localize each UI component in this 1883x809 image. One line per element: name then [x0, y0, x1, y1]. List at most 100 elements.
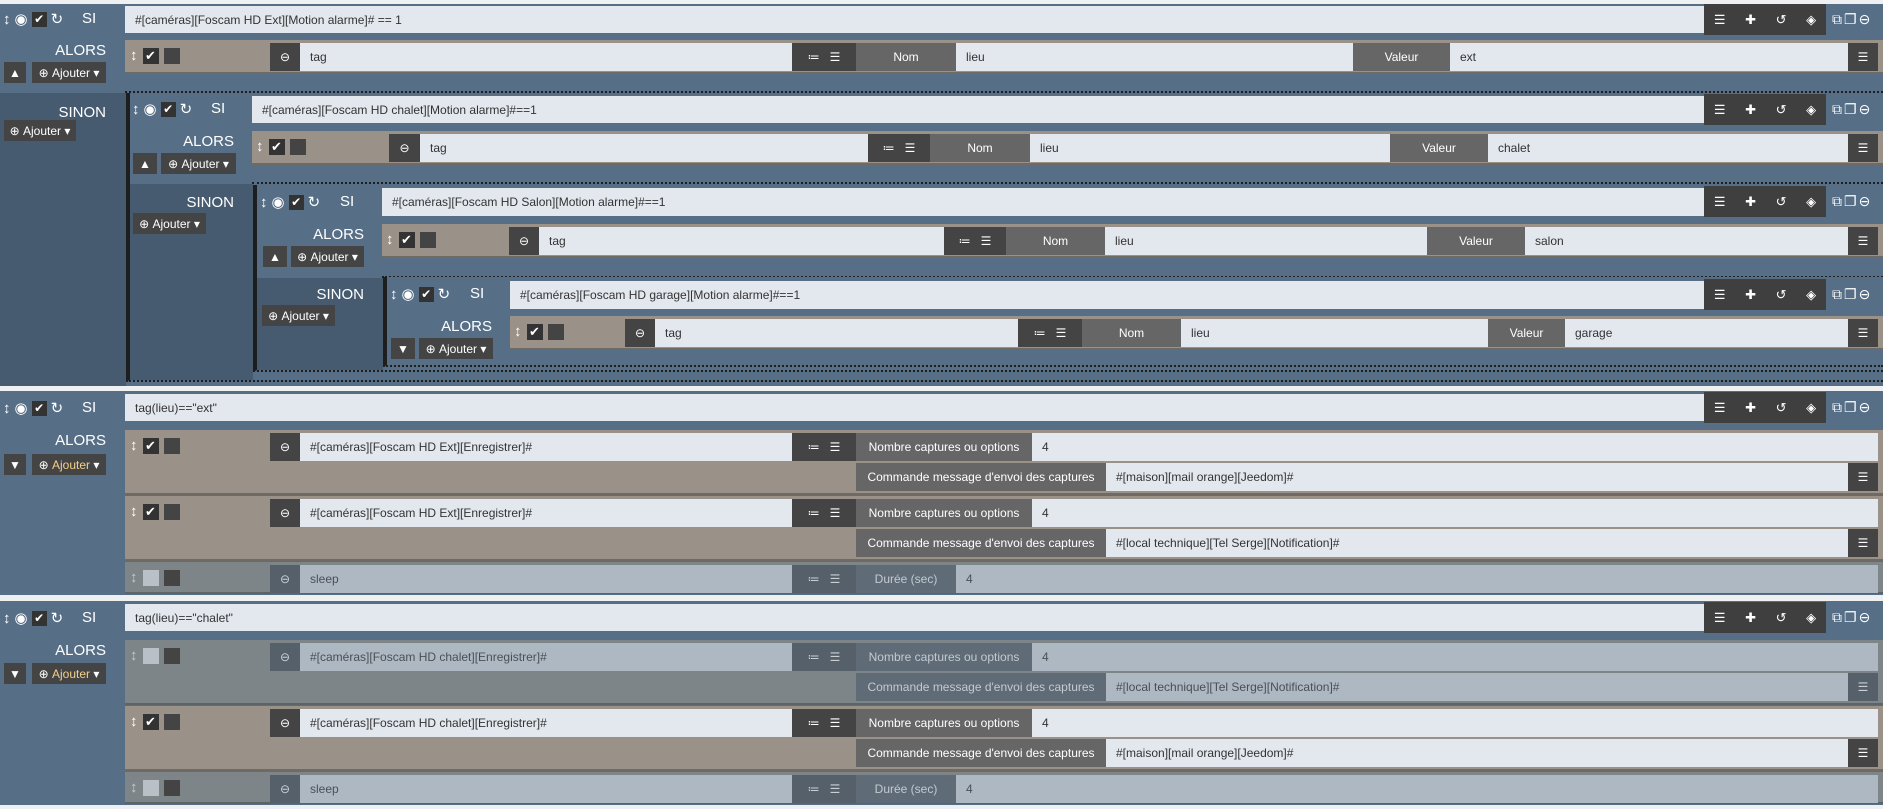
message-command-textarea[interactable]: #[local technique][Tel Serge][Notificati…: [1106, 673, 1848, 701]
nb-captures-input[interactable]: 4: [1032, 433, 1878, 461]
nom-input[interactable]: lieu: [956, 43, 1353, 71]
copy-icon[interactable]: ⧉: [1832, 101, 1842, 118]
list-button[interactable]: ☰: [1848, 319, 1878, 347]
parallel-checkbox[interactable]: [163, 713, 180, 730]
condition-input[interactable]: #[caméras][Foscam HD garage][Motion alar…: [510, 281, 1704, 309]
message-command-textarea[interactable]: #[local technique][Tel Serge][Notificati…: [1106, 529, 1848, 557]
refresh-icon[interactable]: ↻: [180, 100, 193, 118]
list-button[interactable]: ☰: [1848, 673, 1878, 701]
action-select-buttons[interactable]: ≔ ☰: [792, 499, 856, 527]
parallel-checkbox[interactable]: [163, 47, 180, 64]
remove-action-button[interactable]: ⊖: [270, 43, 300, 71]
history-icon[interactable]: ↺: [1776, 400, 1787, 416]
action-select-buttons[interactable]: ≔ ☰: [792, 433, 856, 461]
action-command-input[interactable]: #[caméras][Foscam HD Ext][Enregistrer]#: [300, 499, 792, 527]
expand-button[interactable]: ▼: [391, 338, 415, 359]
drag-icon[interactable]: ↕: [3, 11, 11, 28]
puzzle-icon[interactable]: ✚: [1745, 400, 1756, 416]
valeur-input[interactable]: salon: [1525, 227, 1848, 255]
drag-icon[interactable]: ↕: [3, 400, 11, 417]
paste-icon[interactable]: ❐: [1844, 11, 1857, 28]
enable-checkbox[interactable]: ✔: [142, 47, 159, 64]
cube-icon[interactable]: ◈: [1806, 102, 1816, 118]
drag-icon[interactable]: ↕: [130, 437, 138, 454]
action-select-buttons[interactable]: ≔ ☰: [944, 227, 1006, 255]
parallel-checkbox[interactable]: [163, 569, 180, 586]
puzzle-icon[interactable]: ✚: [1745, 194, 1756, 210]
expand-button[interactable]: ▼: [4, 454, 26, 475]
action-command-input[interactable]: sleep: [300, 565, 792, 593]
add-button[interactable]: ⊕ Ajouter ▾: [32, 663, 106, 684]
cube-icon[interactable]: ◈: [1806, 400, 1816, 416]
message-command-textarea[interactable]: #[maison][mail orange][Jeedom]#: [1106, 463, 1848, 491]
drag-icon[interactable]: ↕: [390, 286, 398, 303]
puzzle-icon[interactable]: ✚: [1745, 102, 1756, 118]
puzzle-icon[interactable]: ✚: [1745, 610, 1756, 626]
add-button[interactable]: ⊕ Ajouter ▾: [291, 246, 364, 267]
list-icon[interactable]: ☰: [1714, 194, 1726, 210]
enable-checkbox[interactable]: [142, 779, 159, 796]
condition-input[interactable]: #[caméras][Foscam HD Salon][Motion alarm…: [382, 188, 1704, 216]
list-button[interactable]: ☰: [1848, 529, 1878, 557]
history-icon[interactable]: ↺: [1776, 194, 1787, 210]
add-button[interactable]: ⊕ Ajouter ▾: [262, 305, 335, 326]
puzzle-icon[interactable]: ✚: [1745, 12, 1756, 28]
list-icon[interactable]: ☰: [1714, 610, 1726, 626]
drag-icon[interactable]: ↕: [130, 47, 138, 64]
list-button[interactable]: ☰: [1848, 227, 1878, 255]
paste-icon[interactable]: ❐: [1844, 286, 1857, 303]
remove-icon[interactable]: ⊖: [1859, 193, 1871, 210]
cube-icon[interactable]: ◈: [1806, 610, 1816, 626]
copy-icon[interactable]: ⧉: [1832, 286, 1842, 303]
valeur-input[interactable]: ext: [1450, 43, 1848, 71]
condition-input[interactable]: #[caméras][Foscam HD chalet][Motion alar…: [252, 96, 1704, 123]
valeur-input[interactable]: chalet: [1488, 134, 1848, 162]
remove-action-button[interactable]: ⊖: [625, 319, 655, 347]
action-select-buttons[interactable]: ≔ ☰: [868, 134, 930, 162]
list-button[interactable]: ☰: [1848, 739, 1878, 767]
nom-input[interactable]: lieu: [1181, 319, 1488, 347]
cube-icon[interactable]: ◈: [1806, 287, 1816, 303]
history-icon[interactable]: ↺: [1776, 287, 1787, 303]
enable-checkbox[interactable]: ✔: [398, 231, 415, 248]
drag-icon[interactable]: ↕: [130, 569, 138, 586]
paste-icon[interactable]: ❐: [1844, 399, 1857, 416]
history-icon[interactable]: ↺: [1776, 12, 1787, 28]
enable-checkbox[interactable]: ✔: [142, 437, 159, 454]
list-icon[interactable]: ☰: [1714, 102, 1726, 118]
drag-icon[interactable]: ↕: [130, 503, 138, 520]
paste-icon[interactable]: ❐: [1844, 101, 1857, 118]
add-button[interactable]: ⊕ Ajouter ▾: [32, 62, 106, 83]
cube-icon[interactable]: ◈: [1806, 194, 1816, 210]
parallel-checkbox[interactable]: [289, 138, 306, 155]
collapse-button[interactable]: ▲: [263, 246, 287, 267]
drag-icon[interactable]: ↕: [514, 323, 522, 340]
add-button[interactable]: ⊕ Ajouter ▾: [32, 454, 106, 475]
action-command-input[interactable]: #[caméras][Foscam HD chalet][Enregistrer…: [300, 709, 792, 737]
enable-checkbox[interactable]: ✔: [288, 194, 304, 210]
remove-icon[interactable]: ⊖: [1859, 11, 1871, 28]
add-button[interactable]: ⊕ Ajouter ▾: [133, 213, 206, 234]
enable-checkbox[interactable]: ✔: [526, 323, 543, 340]
enable-checkbox[interactable]: ✔: [418, 286, 434, 302]
remove-action-button[interactable]: ⊖: [509, 227, 539, 255]
add-button[interactable]: ⊕ Ajouter ▾: [4, 120, 76, 141]
enable-checkbox[interactable]: ✔: [268, 138, 285, 155]
parallel-checkbox[interactable]: [163, 437, 180, 454]
list-button[interactable]: ☰: [1848, 43, 1878, 71]
refresh-icon[interactable]: ↻: [51, 10, 64, 28]
list-button[interactable]: ☰: [1848, 463, 1878, 491]
enable-checkbox[interactable]: ✔: [142, 713, 159, 730]
cube-icon[interactable]: ◈: [1806, 12, 1816, 28]
remove-action-button[interactable]: ⊖: [270, 775, 300, 803]
action-command-input[interactable]: sleep: [300, 775, 792, 803]
parallel-checkbox[interactable]: [163, 779, 180, 796]
drag-icon[interactable]: ↕: [3, 610, 11, 627]
action-select-buttons[interactable]: ≔ ☰: [792, 43, 856, 71]
collapse-button[interactable]: ▲: [133, 153, 157, 174]
drag-icon[interactable]: ↕: [130, 713, 138, 730]
enable-checkbox[interactable]: ✔: [142, 503, 159, 520]
valeur-input[interactable]: garage: [1565, 319, 1848, 347]
add-button[interactable]: ⊕ Ajouter ▾: [161, 153, 236, 174]
action-command-input[interactable]: tag: [420, 134, 868, 162]
